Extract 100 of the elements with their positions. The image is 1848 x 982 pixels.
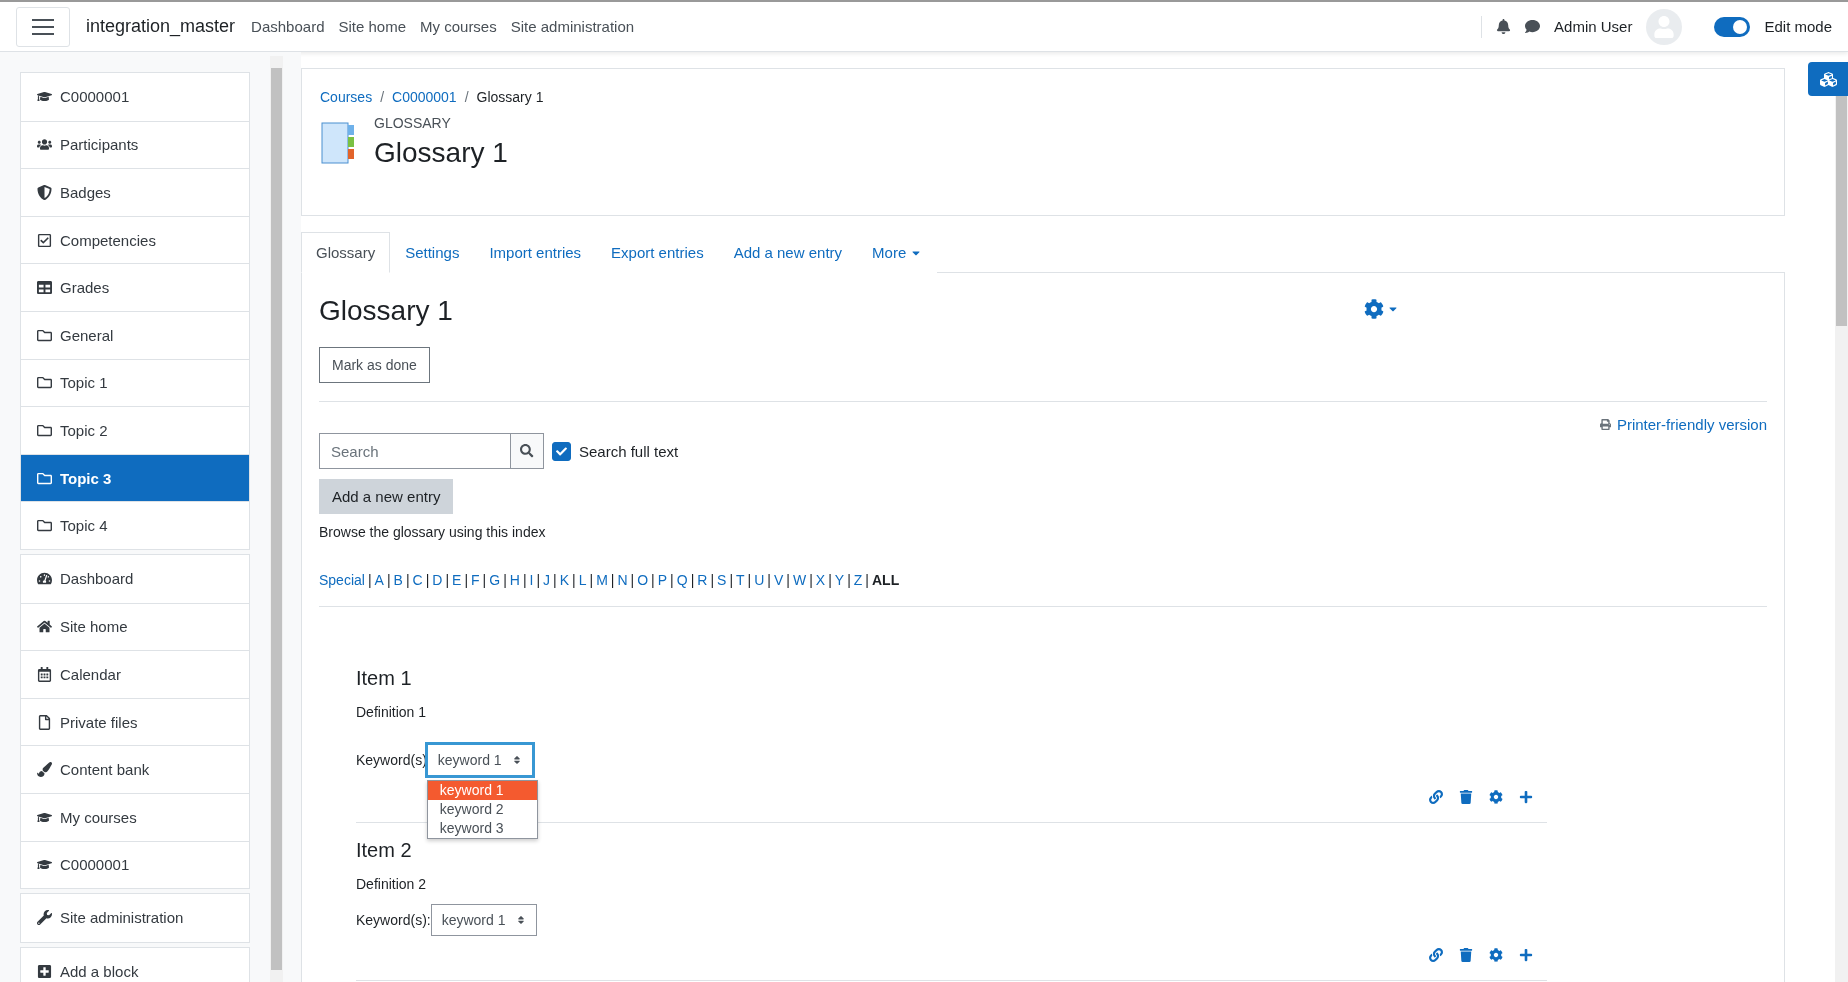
scrollbar[interactable] — [1835, 96, 1848, 982]
index-separator: | — [690, 572, 695, 588]
table-icon — [37, 280, 52, 296]
edit-mode-label: Edit mode — [1764, 18, 1832, 35]
folder-icon — [37, 518, 52, 534]
settings-icon[interactable] — [1489, 790, 1503, 804]
wrench-icon — [37, 910, 52, 926]
checkbox-icon — [37, 232, 52, 248]
index-link[interactable]: H — [509, 572, 520, 588]
index-link[interactable]: Z — [853, 572, 863, 588]
cubes-icon — [1819, 70, 1837, 88]
breadcrumb-separator: / — [464, 89, 469, 105]
index-separator: | — [503, 572, 507, 588]
index-link[interactable]: X — [815, 572, 826, 588]
index-link[interactable]: A — [374, 572, 384, 588]
mark-as-done-button[interactable]: Mark as done — [319, 347, 430, 383]
index-link[interactable]: M — [596, 572, 608, 588]
index-link[interactable]: R — [697, 572, 708, 588]
block-drawer-button[interactable] — [1808, 62, 1848, 96]
file-icon — [37, 714, 52, 730]
index-separator: | — [522, 572, 527, 588]
index-separator: | — [729, 572, 733, 588]
index-separator: | — [572, 572, 576, 588]
sidebar-item[interactable]: Topic 3 — [21, 453, 249, 502]
search-icon — [520, 444, 534, 458]
nav-link[interactable]: Dashboard — [251, 18, 325, 35]
index-link[interactable]: C — [412, 572, 423, 588]
index-link[interactable]: E — [452, 572, 462, 588]
trash-icon[interactable] — [1459, 948, 1473, 962]
index-link[interactable]: O — [637, 572, 649, 588]
index-link[interactable]: D — [432, 572, 443, 588]
tab[interactable]: Glossary — [301, 232, 391, 273]
index-link[interactable]: I — [529, 572, 534, 588]
nav-link[interactable]: Site home — [338, 18, 407, 35]
index-separator: | — [786, 572, 790, 588]
index-link[interactable]: T — [736, 572, 745, 588]
folder-icon — [37, 422, 52, 438]
module-type: GLOSSARY — [374, 115, 452, 131]
breadcrumb-link[interactable]: C0000001 — [392, 89, 457, 105]
sort-icon — [515, 915, 526, 925]
section-title: Glossary 1 — [319, 295, 453, 327]
index-link[interactable]: K — [559, 572, 570, 588]
sort-icon — [511, 755, 522, 765]
browse-text: Browse the glossary using this index — [319, 524, 547, 540]
index-separator: | — [828, 572, 832, 588]
checkbox[interactable] — [552, 441, 571, 461]
index-separator: | — [405, 572, 410, 588]
menu-button[interactable] — [16, 6, 70, 47]
index-separator: | — [536, 572, 541, 588]
index-link[interactable]: U — [754, 572, 765, 588]
breadcrumb-link[interactable]: Courses — [320, 89, 373, 105]
index-link[interactable]: L — [578, 572, 587, 588]
breadcrumb-separator: / — [380, 89, 385, 105]
keywords-label: Keyword(s): — [356, 912, 431, 928]
index-link[interactable]: F — [471, 572, 480, 588]
index-separator: | — [651, 572, 655, 588]
keyword-select[interactable]: keyword 1 — [424, 742, 535, 778]
index-link[interactable]: Y — [834, 572, 845, 588]
index-link[interactable]: P — [657, 572, 668, 588]
keyword-select[interactable]: keyword 1 — [430, 904, 537, 936]
index-link[interactable]: Special — [319, 572, 365, 588]
brush-icon — [37, 762, 52, 778]
nav-link[interactable]: My courses — [420, 18, 497, 35]
index-link[interactable]: Q — [676, 572, 688, 588]
nav-link[interactable]: Site administration — [510, 18, 635, 35]
printer-link[interactable]: Printer-friendly version — [1599, 416, 1767, 433]
search-button[interactable] — [510, 433, 544, 469]
index-separator: | — [670, 572, 674, 588]
index-separator: | — [553, 572, 557, 588]
index-link[interactable]: J — [543, 572, 551, 588]
dropdown-option[interactable]: keyword 2 — [427, 800, 537, 819]
index-link[interactable]: V — [774, 572, 784, 588]
settings-icon[interactable] — [1489, 948, 1503, 962]
index-link[interactable]: B — [393, 572, 403, 588]
index-separator: | — [767, 572, 771, 588]
index-link[interactable]: S — [717, 572, 727, 588]
chat-icon[interactable] — [1525, 19, 1541, 34]
scrollbar[interactable] — [270, 56, 283, 982]
link-icon[interactable] — [1429, 790, 1443, 804]
index-separator: | — [630, 572, 635, 588]
plus-icon[interactable] — [1519, 948, 1533, 962]
bell-icon[interactable] — [1496, 19, 1512, 34]
index-link[interactable]: W — [792, 572, 807, 588]
dropdown-option[interactable]: keyword 1 — [427, 781, 537, 800]
dropdown-option[interactable]: keyword 3 — [427, 819, 537, 838]
index-separator: | — [865, 572, 869, 588]
entry-title: Item 2 — [356, 839, 413, 862]
index-separator: | — [425, 572, 430, 588]
index-link[interactable]: ALL — [872, 572, 900, 588]
search-field[interactable]: Search — [319, 433, 510, 469]
plus-icon[interactable] — [1519, 790, 1533, 804]
index-link[interactable]: G — [489, 572, 501, 588]
check-icon — [556, 445, 567, 457]
add-entry-button[interactable]: Add a new entry — [319, 479, 454, 514]
gauge-icon — [37, 571, 52, 587]
entry-title: Item 1 — [356, 667, 413, 690]
link-icon[interactable] — [1429, 948, 1443, 962]
index-link[interactable]: N — [617, 572, 628, 588]
trash-icon[interactable] — [1459, 790, 1473, 804]
edit-mode-toggle[interactable] — [1714, 16, 1751, 37]
